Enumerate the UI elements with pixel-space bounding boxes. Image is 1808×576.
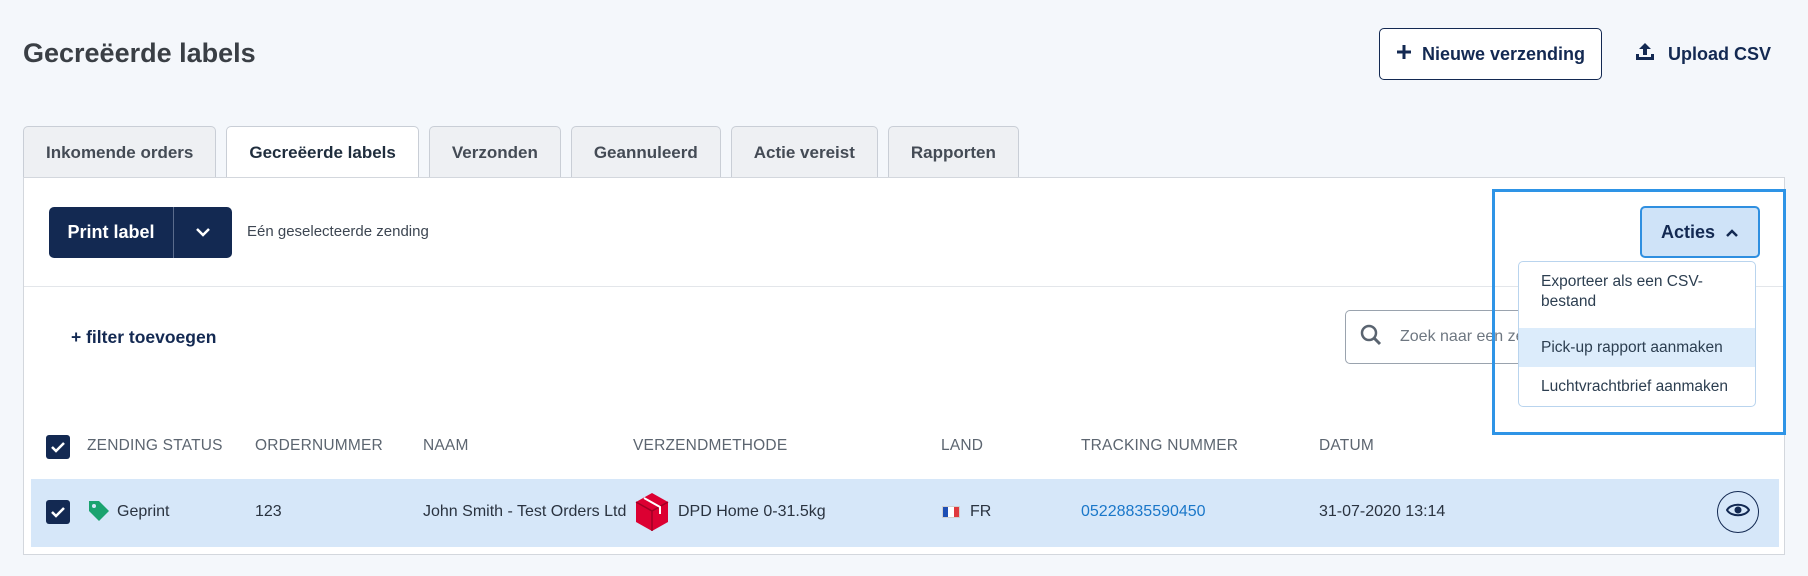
header-name[interactable]: NAAM: [423, 437, 469, 455]
actions-label: Acties: [1660, 221, 1716, 242]
new-shipment-label: Nieuwe verzending: [1421, 43, 1586, 64]
actions-dropdown-menu: Exporteer als een CSV-bestand Pick-up ra…: [1518, 261, 1756, 407]
tab-actie-vereist[interactable]: Actie vereist: [730, 126, 878, 178]
header-status[interactable]: ZENDING STATUS: [87, 437, 223, 455]
row-name: John Smith - Test Orders Ltd: [423, 503, 627, 520]
upload-csv-label: Upload CSV: [1668, 43, 1772, 64]
select-all-checkbox[interactable]: [46, 435, 70, 459]
france-flag-icon: [942, 505, 960, 518]
actions-button[interactable]: Acties: [1640, 206, 1760, 258]
row-checkbox[interactable]: [46, 500, 70, 524]
print-label-split-button: Print label: [49, 207, 232, 258]
add-filter-link[interactable]: + filter toevoegen: [71, 327, 216, 348]
header-method[interactable]: VERZENDMETHODE: [633, 437, 787, 455]
header-country[interactable]: LAND: [941, 437, 983, 455]
upload-csv-button[interactable]: Upload CSV: [1634, 28, 1774, 80]
table-row[interactable]: Geprint 123 John Smith - Test Orders Ltd…: [31, 479, 1779, 547]
tab-geannuleerd[interactable]: Geannuleerd: [570, 126, 721, 178]
row-country: FR: [942, 503, 991, 521]
upload-icon: [1634, 41, 1656, 68]
row-tracking-link[interactable]: 05228835590450: [1081, 503, 1206, 521]
row-status: Geprint: [117, 503, 170, 520]
row-date: 31-07-2020 13:14: [1319, 503, 1446, 520]
tab-gecreeerde-labels[interactable]: Gecreëerde labels: [226, 126, 419, 179]
header-order[interactable]: ORDERNUMMER: [255, 437, 383, 455]
row-country-code: FR: [970, 503, 992, 520]
row-method: DPD Home 0-31.5kg: [678, 503, 826, 520]
row-order: 123: [255, 503, 282, 520]
print-label-button[interactable]: Print label: [49, 207, 174, 258]
eye-icon: [1725, 502, 1751, 523]
new-shipment-button[interactable]: Nieuwe verzending: [1379, 28, 1602, 80]
dpd-logo-icon: [634, 492, 670, 537]
chevron-down-icon: [195, 224, 211, 242]
table-header: ZENDING STATUS ORDERNUMMER NAAM VERZENDM…: [24, 426, 1784, 466]
tab-verzonden[interactable]: Verzonden: [428, 126, 561, 178]
menu-item-export-csv[interactable]: Exporteer als een CSV-bestand: [1519, 272, 1755, 328]
menu-item-airway-bill[interactable]: Luchtvrachtbrief aanmaken: [1519, 367, 1755, 406]
view-details-button[interactable]: [1717, 491, 1759, 533]
page-title: Gecreëerde labels: [23, 38, 256, 68]
search-icon: [1360, 324, 1382, 351]
search-input[interactable]: [1400, 328, 1520, 346]
header-date[interactable]: DATUM: [1319, 437, 1374, 455]
tab-rapporten[interactable]: Rapporten: [887, 126, 1019, 178]
chevron-up-icon: [1725, 222, 1739, 243]
plus-icon: [1396, 44, 1412, 65]
tab-bar: Inkomende orders Gecreëerde labels Verzo…: [23, 126, 1019, 179]
menu-item-pickup-report[interactable]: Pick-up rapport aanmaken: [1519, 328, 1755, 367]
selection-count-text: Eén geselecteerde zending: [247, 223, 429, 240]
tag-icon: [87, 499, 111, 528]
print-options-toggle[interactable]: [174, 207, 232, 258]
tab-inkomende-orders[interactable]: Inkomende orders: [23, 126, 217, 178]
header-tracking[interactable]: TRACKING NUMMER: [1081, 437, 1238, 455]
